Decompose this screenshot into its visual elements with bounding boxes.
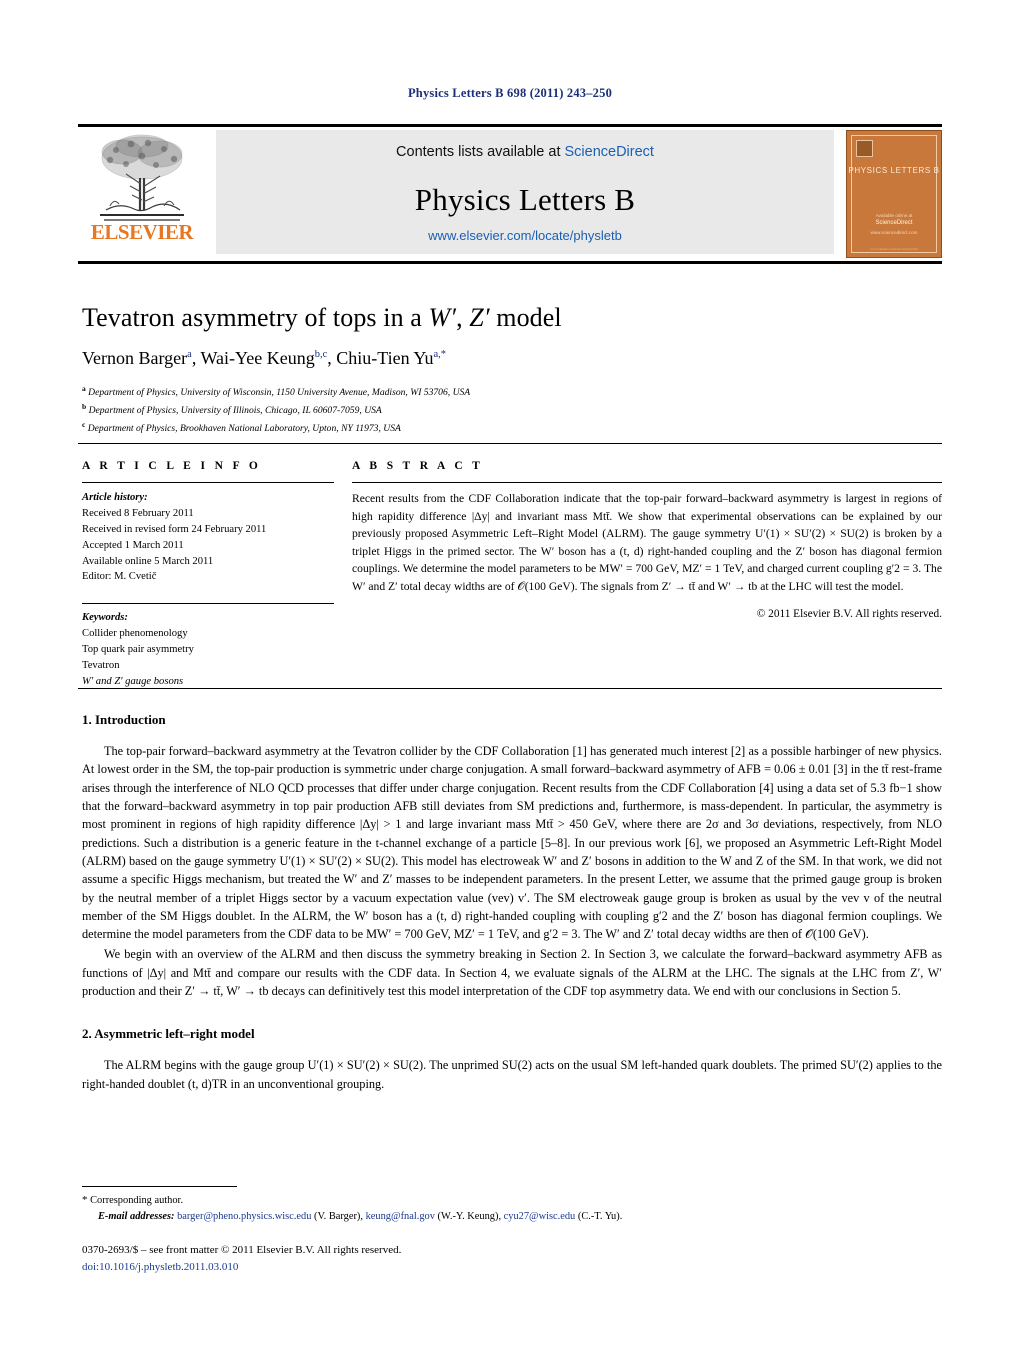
- abstract-column: A B S T R A C T Recent results from the …: [352, 460, 942, 620]
- title-part-1: Tevatron asymmetry of tops in a: [82, 303, 429, 332]
- cover-logo-square: [856, 140, 873, 157]
- email-who-0: (V. Barger): [314, 1210, 361, 1222]
- author-marks-0: a: [187, 349, 192, 360]
- email-link-2[interactable]: cyu27@wisc.edu: [504, 1211, 576, 1222]
- page-title: Tevatron asymmetry of tops in a W′, Z′ m…: [82, 303, 932, 333]
- paper-page: Physics Letters B 698 (2011) 243–250 ELS…: [0, 0, 1020, 1351]
- history-item-2: Accepted 1 March 2011: [82, 539, 184, 551]
- author-name-2: Chiu-Tien Yu: [336, 348, 434, 368]
- email-who-2: (C.-T. Yu): [577, 1210, 620, 1222]
- keyword-item-0: Collider phenomenology: [82, 628, 188, 640]
- contents-available-line: Contents lists available at ScienceDirec…: [396, 144, 654, 160]
- elsevier-wordmark: ELSEVIER: [90, 220, 194, 244]
- cover-foot-big: ScienceDirect: [875, 220, 913, 227]
- email-link-1[interactable]: keung@fnal.gov: [366, 1211, 435, 1222]
- imprint-line: 0370-2693/$ – see front matter © 2011 El…: [82, 1244, 402, 1256]
- cover-foot-small: Available online at: [875, 213, 913, 219]
- footnote-rule: [82, 1186, 237, 1187]
- article-history-block: Article history: Received 8 February 201…: [82, 490, 334, 585]
- affiliation-item: b Department of Physics, University of I…: [82, 401, 932, 419]
- corresponding-author-text: Corresponding author.: [90, 1195, 184, 1206]
- abstract-heading: A B S T R A C T: [352, 460, 484, 472]
- title-w-prime: W′: [428, 303, 457, 332]
- cover-foot-url: www.sciencedirect.com: [870, 229, 918, 235]
- journal-reference: Physics Letters B 698 (2011) 243–250: [407, 86, 613, 100]
- footnote-block: * Corresponding author. E-mail addresses…: [82, 1192, 942, 1224]
- journal-title: Physics Letters B: [414, 182, 636, 217]
- keywords-rule: [82, 603, 334, 605]
- cover-footer: Available online at ScienceDirect www.sc…: [846, 212, 942, 236]
- history-item-0: Received 8 February 2011: [82, 507, 194, 519]
- keyword-item-2: Tevatron: [82, 660, 120, 672]
- section-heading-1: 1. Introduction: [82, 712, 166, 727]
- info-band-top-rule: [78, 443, 942, 444]
- contents-prefix: Contents lists available at: [396, 144, 565, 160]
- paragraph-2-1: The ALRM begins with the gauge group U′(…: [82, 1058, 942, 1091]
- history-item-4: Editor: M. Cvetič: [82, 571, 157, 583]
- journal-url-link[interactable]: www.elsevier.com/locate/physletb: [216, 228, 834, 243]
- article-info-heading: A R T I C L E I N F O: [82, 460, 262, 472]
- affiliation-text-0: Department of Physics, University of Wis…: [88, 387, 471, 399]
- article-info-column: A R T I C L E I N F O Article history: R…: [82, 460, 334, 690]
- sciencedirect-link[interactable]: ScienceDirect: [565, 144, 654, 160]
- affiliation-text-2: Department of Physics, Brookhaven Nation…: [87, 422, 401, 434]
- masthead-center-panel: Contents lists available at ScienceDirec…: [216, 130, 834, 254]
- affiliation-text-1: Department of Physics, University of Ill…: [88, 404, 382, 416]
- abstract-text: Recent results from the CDF Collaboratio…: [352, 492, 942, 594]
- cover-title: PHYSICS LETTERS B: [848, 166, 940, 175]
- history-item-1: Received in revised form 24 February 201…: [82, 523, 267, 535]
- corresponding-author-mark: *: [82, 1194, 88, 1206]
- keywords-block: Keywords: Collider phenomenology Top qua…: [82, 610, 334, 689]
- elsevier-tree-icon: [100, 134, 184, 221]
- abstract-copyright: © 2011 Elsevier B.V. All rights reserved…: [756, 607, 942, 620]
- keywords-label: Keywords:: [82, 612, 128, 624]
- affiliation-item: a Department of Physics, University of W…: [82, 383, 932, 401]
- affiliation-mark-2: c: [82, 419, 86, 429]
- doi-link[interactable]: doi:10.1016/j.physletb.2011.03.010: [82, 1259, 942, 1276]
- keyword-item-3: W′ and Z′ gauge bosons: [82, 675, 184, 687]
- article-body: 1. Introduction The top-pair forward–bac…: [82, 712, 942, 1095]
- author-name-0: Vernon Barger: [82, 348, 188, 368]
- journal-masthead: ELSEVIER Contents lists available at Sci…: [78, 124, 942, 264]
- affiliation-item: c Department of Physics, Brookhaven Nati…: [82, 419, 932, 437]
- title-sep: ,: [456, 303, 470, 332]
- author-marks-1: b,c: [314, 349, 328, 360]
- history-item-3: Available online 5 March 2011: [82, 555, 214, 567]
- affiliation-mark-1: b: [82, 401, 87, 411]
- affiliation-mark-0: a: [82, 384, 86, 393]
- corresponding-author-line: * Corresponding author.: [82, 1192, 942, 1209]
- imprint-block: 0370-2693/$ – see front matter © 2011 El…: [82, 1242, 942, 1276]
- author-list: Vernon Bargera, Wai-Yee Keungb,c, Chiu-T…: [82, 348, 446, 368]
- elsevier-logo: ELSEVIER: [78, 130, 206, 258]
- email-addresses-line: E-mail addresses: barger@pheno.physics.w…: [98, 1210, 623, 1222]
- keyword-item-1: Top quark pair asymmetry: [82, 644, 194, 656]
- article-history-label: Article history:: [82, 492, 148, 503]
- email-link-0[interactable]: barger@pheno.physics.wisc.edu: [177, 1211, 311, 1222]
- email-addresses-label: E-mail addresses:: [98, 1210, 175, 1222]
- abstract-rule: [352, 482, 942, 483]
- cover-bottom-url: www.elsevier.com/locate/physletb: [870, 247, 918, 251]
- title-z-prime: Z′: [469, 303, 490, 332]
- paragraph-1-2: We begin with an overview of the ALRM an…: [82, 947, 942, 999]
- author-name-1: Wai-Yee Keung: [200, 348, 315, 368]
- email-who-1: (W.-Y. Keung): [437, 1210, 499, 1222]
- article-info-rule: [82, 482, 334, 483]
- affiliation-list: a Department of Physics, University of W…: [82, 383, 932, 436]
- title-part-2: model: [489, 303, 562, 332]
- paragraph-1-1: The top-pair forward–backward asymmetry …: [82, 744, 942, 942]
- section-heading-2: 2. Asymmetric left–right model: [82, 1026, 255, 1042]
- author-marks-2: a,*: [433, 349, 446, 360]
- journal-cover-thumbnail: PHYSICS LETTERS B Available online at Sc…: [846, 130, 942, 258]
